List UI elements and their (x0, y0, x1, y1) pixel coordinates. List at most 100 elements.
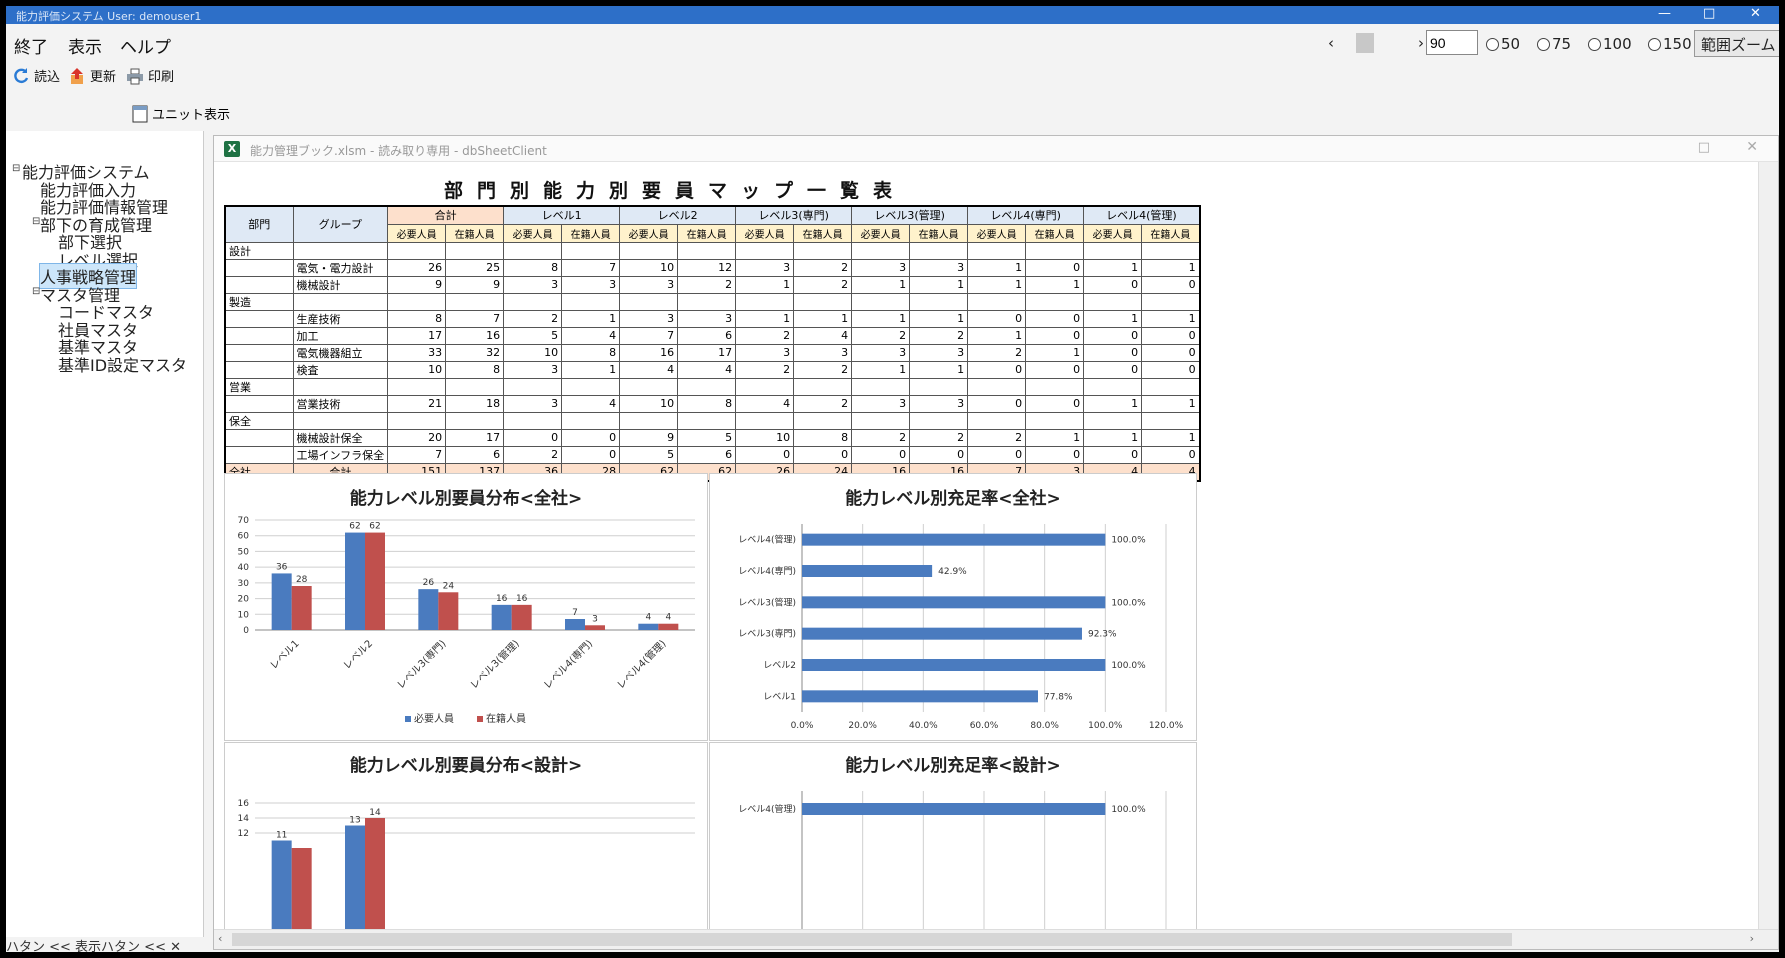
cell-value: 12 (677, 258, 737, 277)
cell-dept (224, 275, 294, 294)
bar-enrolled (365, 818, 385, 932)
data-label: 14 (369, 808, 381, 818)
cell-value: 5 (619, 445, 679, 464)
cell-value: 0 (909, 445, 969, 464)
cell-value: 2 (735, 360, 795, 379)
cell-value: 6 (677, 326, 737, 345)
x-tick-label: レベル4(専門) (541, 638, 595, 692)
header-level: レベル3(専門) (735, 205, 853, 225)
cell-value: 4 (619, 360, 679, 379)
menu-help[interactable]: ヘルプ (120, 33, 171, 58)
cell-group: 生産技術 (292, 309, 389, 328)
cell-value (1141, 377, 1201, 396)
cell-value: 1 (1025, 275, 1085, 294)
cell-value: 0 (1083, 445, 1143, 464)
update-button[interactable]: 更新 (68, 66, 116, 85)
title-bar: 能力評価システム User: demouser1 — □ ✕ (6, 6, 1779, 24)
zoom-option-75[interactable]: 75 (1537, 35, 1571, 53)
unit-view-button[interactable]: ユニット表示 (132, 104, 230, 123)
cell-value: 16 (445, 326, 505, 345)
cell-value: 1 (909, 275, 969, 294)
y-tick-label: レベル2 (763, 661, 796, 671)
table-row: 電気機器組立 33 32 10 8 16 17 3 3 3 3 2 1 0 0 (224, 343, 1201, 362)
scroll-right-icon[interactable]: › (1750, 932, 1754, 945)
cell-group (292, 411, 389, 430)
bar-enrolled (291, 586, 312, 630)
bar (802, 565, 933, 577)
cell-value: 3 (851, 394, 911, 413)
zoom-input[interactable] (1426, 30, 1478, 55)
bar-required (638, 623, 659, 630)
header-enrolled: 在籍人員 (1141, 223, 1201, 243)
print-button[interactable]: 印刷 (126, 66, 174, 85)
cell-value: 3 (503, 360, 563, 379)
cell-value: 8 (387, 309, 447, 328)
cell-value: 4 (793, 326, 853, 345)
menu-exit[interactable]: 終了 (14, 33, 48, 58)
cell-value (561, 241, 621, 260)
bar-required (345, 825, 365, 932)
cell-value: 2 (967, 428, 1027, 447)
x-tick-label: レベル2 (341, 638, 375, 672)
table-row: 検査 10 8 3 1 4 4 2 2 1 1 0 0 0 0 (224, 360, 1201, 379)
data-label: 42.9% (938, 567, 967, 577)
read-button[interactable]: 読込 (12, 66, 60, 85)
close-window-button[interactable]: ✕ (1750, 6, 1761, 21)
cell-value: 9 (619, 428, 679, 447)
scroll-thumb[interactable] (232, 933, 1512, 946)
cell-dept: 設計 (224, 241, 294, 260)
cell-value: 1 (909, 309, 969, 328)
zoom-option-150[interactable]: 150 (1648, 35, 1692, 53)
bar (802, 690, 1038, 703)
header-group: グループ (292, 205, 389, 243)
y-tick-label: 12 (238, 829, 249, 839)
tree-expander-icon[interactable]: ⊟ (12, 163, 20, 174)
cell-value (909, 377, 969, 396)
bar-required (271, 573, 292, 630)
maximize-doc-button[interactable]: □ (1698, 140, 1710, 155)
cell-value (1141, 292, 1201, 311)
cell-value: 0 (1141, 343, 1201, 362)
zoom-option-50[interactable]: 50 (1486, 35, 1520, 53)
legend-label: 必要人員 (414, 712, 454, 725)
horizontal-scrollbar[interactable]: ‹ › (214, 929, 1778, 949)
cell-value: 17 (677, 343, 737, 362)
cell-value: 1 (1141, 309, 1201, 328)
tree-item[interactable]: 基準ID設定マスタ (58, 352, 187, 376)
cell-value (735, 241, 795, 260)
bottom-tab-bar[interactable]: ハタン << 表示ハタン << ✕ (6, 936, 216, 952)
refresh-icon (14, 68, 29, 84)
cell-value (677, 292, 737, 311)
close-doc-button[interactable]: ✕ (1746, 139, 1758, 155)
vertical-scrollbar[interactable] (1758, 162, 1778, 932)
minimize-button[interactable]: — (1658, 6, 1671, 21)
cell-value: 0 (967, 360, 1027, 379)
cell-value: 1 (967, 258, 1027, 277)
cell-value: 2 (793, 394, 853, 413)
cell-value: 3 (619, 309, 679, 328)
menu-view[interactable]: 表示 (68, 33, 102, 58)
cell-value (445, 411, 505, 430)
zoom-slider-thumb[interactable] (1356, 33, 1374, 53)
y-tick-label: 0 (243, 626, 249, 636)
cell-value: 4 (561, 326, 621, 345)
cell-group: 機械設計 (292, 275, 389, 294)
header-required: 必要人員 (503, 223, 563, 243)
scroll-left-icon[interactable]: ‹ (218, 932, 222, 945)
range-zoom-button[interactable]: 範囲ズーム (1694, 30, 1779, 57)
cell-value: 0 (1141, 275, 1201, 294)
header-required: 必要人員 (387, 223, 447, 243)
cell-value: 2 (793, 360, 853, 379)
cell-value (1025, 411, 1085, 430)
zoom-option-100[interactable]: 100 (1588, 35, 1632, 53)
cell-value: 3 (909, 394, 969, 413)
zoom-prev-icon[interactable]: ‹ (1328, 34, 1334, 52)
spreadsheet-area[interactable]: 部門別能力別要員マップ一覧表 部門 グループ 合計 レベル1 レベル2 レベル3(専門) レ… (214, 162, 1758, 932)
cell-value: 0 (561, 445, 621, 464)
cell-value: 2 (967, 343, 1027, 362)
zoom-next-icon[interactable]: › (1418, 34, 1424, 52)
header-enrolled: 在籍人員 (445, 223, 505, 243)
cell-value: 3 (677, 309, 737, 328)
maximize-button[interactable]: □ (1703, 6, 1715, 21)
data-label: 100.0% (1111, 598, 1146, 608)
